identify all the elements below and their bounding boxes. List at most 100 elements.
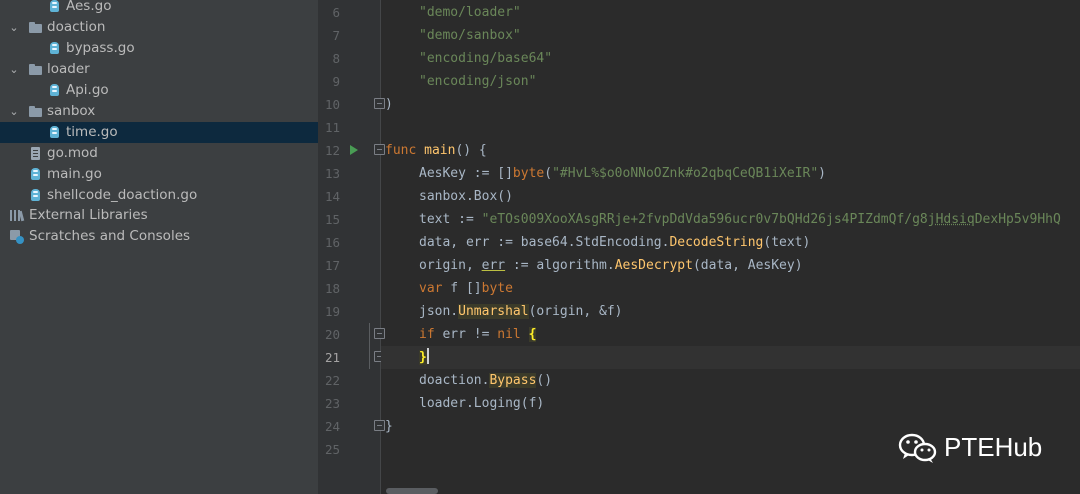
string-literal: "demo/loader" [419,5,521,20]
code-text: data, err := base64.StdEncoding. [419,235,670,250]
ide-window: Aes.go ⌄ doaction bypass.go ⌄ loader Api… [0,0,1080,494]
line-number: 6 [332,5,340,20]
keyword: func [385,143,417,158]
keyword: nil [497,327,521,342]
code-line-12: func main() { [385,139,487,162]
go-file-icon [47,0,62,14]
tree-item-doaction[interactable]: ⌄ doaction [0,17,318,38]
go-file-icon [47,83,62,98]
function-name: main [424,143,456,158]
code-line-6: "demo/loader" [419,1,521,24]
code-text: ) [818,166,826,181]
code-line-24: } [385,415,393,438]
tree-item-time-go[interactable]: time.go [0,122,318,143]
tree-item-bypass-go[interactable]: bypass.go [0,38,318,59]
horizontal-scrollbar[interactable] [386,488,438,494]
tree-item-label: Api.go [66,82,109,98]
line-number: 8 [332,51,340,66]
string-literal: "demo/sanbox" [419,28,521,43]
code-text: loader.Loging(f) [419,396,545,411]
code-line-22: doaction.Bypass() [419,369,552,392]
text-cursor [426,348,429,364]
code-text: err != [434,327,498,342]
function-name-highlighted: Unmarshal [458,304,529,319]
line-number: 23 [324,396,340,411]
watermark: PTEHub [898,428,1058,468]
line-number: 24 [324,419,340,434]
caret-line-highlight [381,346,1080,369]
tree-item-label: time.go [66,124,118,140]
line-number: 15 [324,212,340,227]
warning-underline: err [481,258,506,273]
folder-icon [28,104,43,119]
tree-item-label: Aes.go [66,0,112,14]
tree-item-label: loader [47,61,90,77]
tree-item-main-go[interactable]: main.go [0,164,318,185]
line-number: 17 [324,258,340,273]
code-line-21: } [419,346,429,369]
string-literal: "eTOs009XooXAsgRRje+2fvpDdVda596ucr0v7bQ… [481,212,936,227]
mod-file-icon [28,146,43,161]
line-number-current: 21 [324,350,340,365]
go-file-icon [28,188,43,203]
go-file-icon [47,125,62,140]
code-line-10: ) [385,93,393,116]
tree-item-external-libraries[interactable]: External Libraries [0,205,318,226]
line-number: 13 [324,166,340,181]
code-line-8: "encoding/base64" [419,47,552,70]
run-icon[interactable] [350,145,358,155]
chevron-down-icon[interactable]: ⌄ [8,59,20,80]
line-number: 20 [324,327,340,342]
code-line-17: origin, err := algorithm.AesDecrypt(data… [419,254,803,277]
line-number: 12 [324,143,340,158]
code-text: () [536,373,553,388]
tree-item-label: sanbox [47,103,96,119]
keyword: byte [512,166,545,181]
code-text: (origin, &f) [528,304,623,319]
chevron-down-icon[interactable]: ⌄ [8,17,20,38]
line-number: 10 [324,97,340,112]
code-text: json. [419,304,459,319]
keyword: var [419,281,443,296]
line-number: 19 [324,304,340,319]
code-line-13: AesKey := []byte("#HvL%$o0oNNoOZnk#o2qbq… [419,162,826,185]
tree-item-shellcode-doaction-go[interactable]: shellcode_doaction.go [0,185,318,206]
code-text: (text) [763,235,811,250]
code-text: f [] [442,281,482,296]
code-text: := algorithm. [505,258,615,273]
tree-item-sanbox[interactable]: ⌄ sanbox [0,101,318,122]
code-editor[interactable]: "demo/loader" "demo/sanbox" "encoding/ba… [381,0,1080,494]
keyword: if [419,327,435,342]
line-number: 11 [324,120,340,135]
tree-item-aes-go[interactable]: Aes.go [0,0,318,17]
code-line-7: "demo/sanbox" [419,24,521,47]
tree-item-api-go[interactable]: Api.go [0,80,318,101]
function-name: DecodeString [669,235,764,250]
chevron-down-icon[interactable]: ⌄ [8,101,20,122]
tree-item-label: bypass.go [66,40,135,56]
tree-item-label: doaction [47,19,106,35]
code-text: ) [385,97,393,112]
matched-brace: } [419,350,427,365]
code-line-16: data, err := base64.StdEncoding.DecodeSt… [419,231,810,254]
code-line-23: loader.Loging(f) [419,392,544,415]
code-line-18: var f []byte [419,277,513,300]
function-name: AesDecrypt [614,258,693,273]
line-number: 9 [332,74,340,89]
project-tree: Aes.go ⌄ doaction bypass.go ⌄ loader Api… [0,0,318,494]
fold-range-bar [369,323,370,369]
code-line-19: json.Unmarshal(origin, &f) [419,300,623,323]
code-text: } [385,419,393,434]
tree-item-scratches-consoles[interactable]: Scratches and Consoles [0,226,318,247]
tree-item-go-mod[interactable]: go.mod [0,143,318,164]
go-file-icon [47,41,62,56]
code-line-9: "encoding/json" [419,70,536,93]
tree-item-loader[interactable]: ⌄ loader [0,59,318,80]
string-literal-typo: Hdsiq [935,212,975,227]
line-number: 25 [324,442,340,457]
code-text: (data, AesKey) [692,258,803,273]
code-line-14: sanbox.Box() [419,185,513,208]
string-literal: "#HvL%$o0oNNoOZnk#o2qbqCeQB1iXeIR" [552,166,819,181]
scratches-icon [9,229,24,244]
string-literal: "encoding/json" [419,74,537,89]
